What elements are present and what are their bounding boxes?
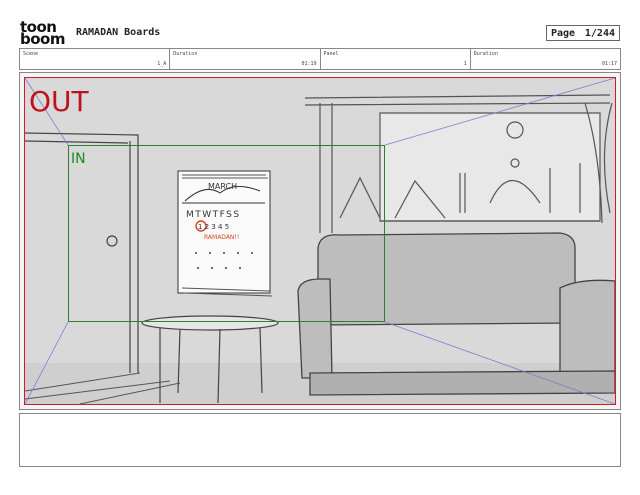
panel-cell: Panel 1 — [321, 49, 471, 69]
notes-box[interactable] — [19, 413, 621, 467]
scene-label: Scene — [23, 51, 39, 57]
storyboard-panel[interactable]: MARCH MTWTFSS 1 2 3 4 5 RAMADAN!! OUT IN — [19, 72, 621, 410]
out-label: OUT — [29, 85, 89, 118]
page-indicator: Page 1/244 — [546, 25, 620, 41]
scene-duration-value: 01:19 — [301, 61, 317, 67]
panel-label: Panel — [323, 51, 339, 57]
scene-duration-label: Duration — [173, 51, 198, 57]
panel-value: 1 — [463, 61, 467, 67]
in-frame — [68, 145, 385, 322]
page-number: 1/244 — [584, 27, 615, 39]
scene-value: 1_A — [157, 61, 167, 67]
page-label: Page — [551, 27, 576, 39]
scene-duration-cell: Duration 01:19 — [170, 49, 321, 69]
toonboom-logo: toon boom — [20, 20, 68, 48]
panel-duration-cell: Duration 01:17 — [471, 49, 620, 69]
logo-bottom-text: boom — [20, 30, 65, 48]
board-title: RAMADAN Boards — [76, 27, 161, 38]
panel-duration-value: 01:17 — [601, 61, 617, 67]
in-label: IN — [71, 151, 86, 167]
panel-duration-label: Duration — [473, 51, 498, 57]
scene-cell: Scene 1_A — [20, 49, 171, 69]
info-bar: Scene 1_A Duration 01:19 Panel 1 Duratio… — [19, 48, 621, 70]
